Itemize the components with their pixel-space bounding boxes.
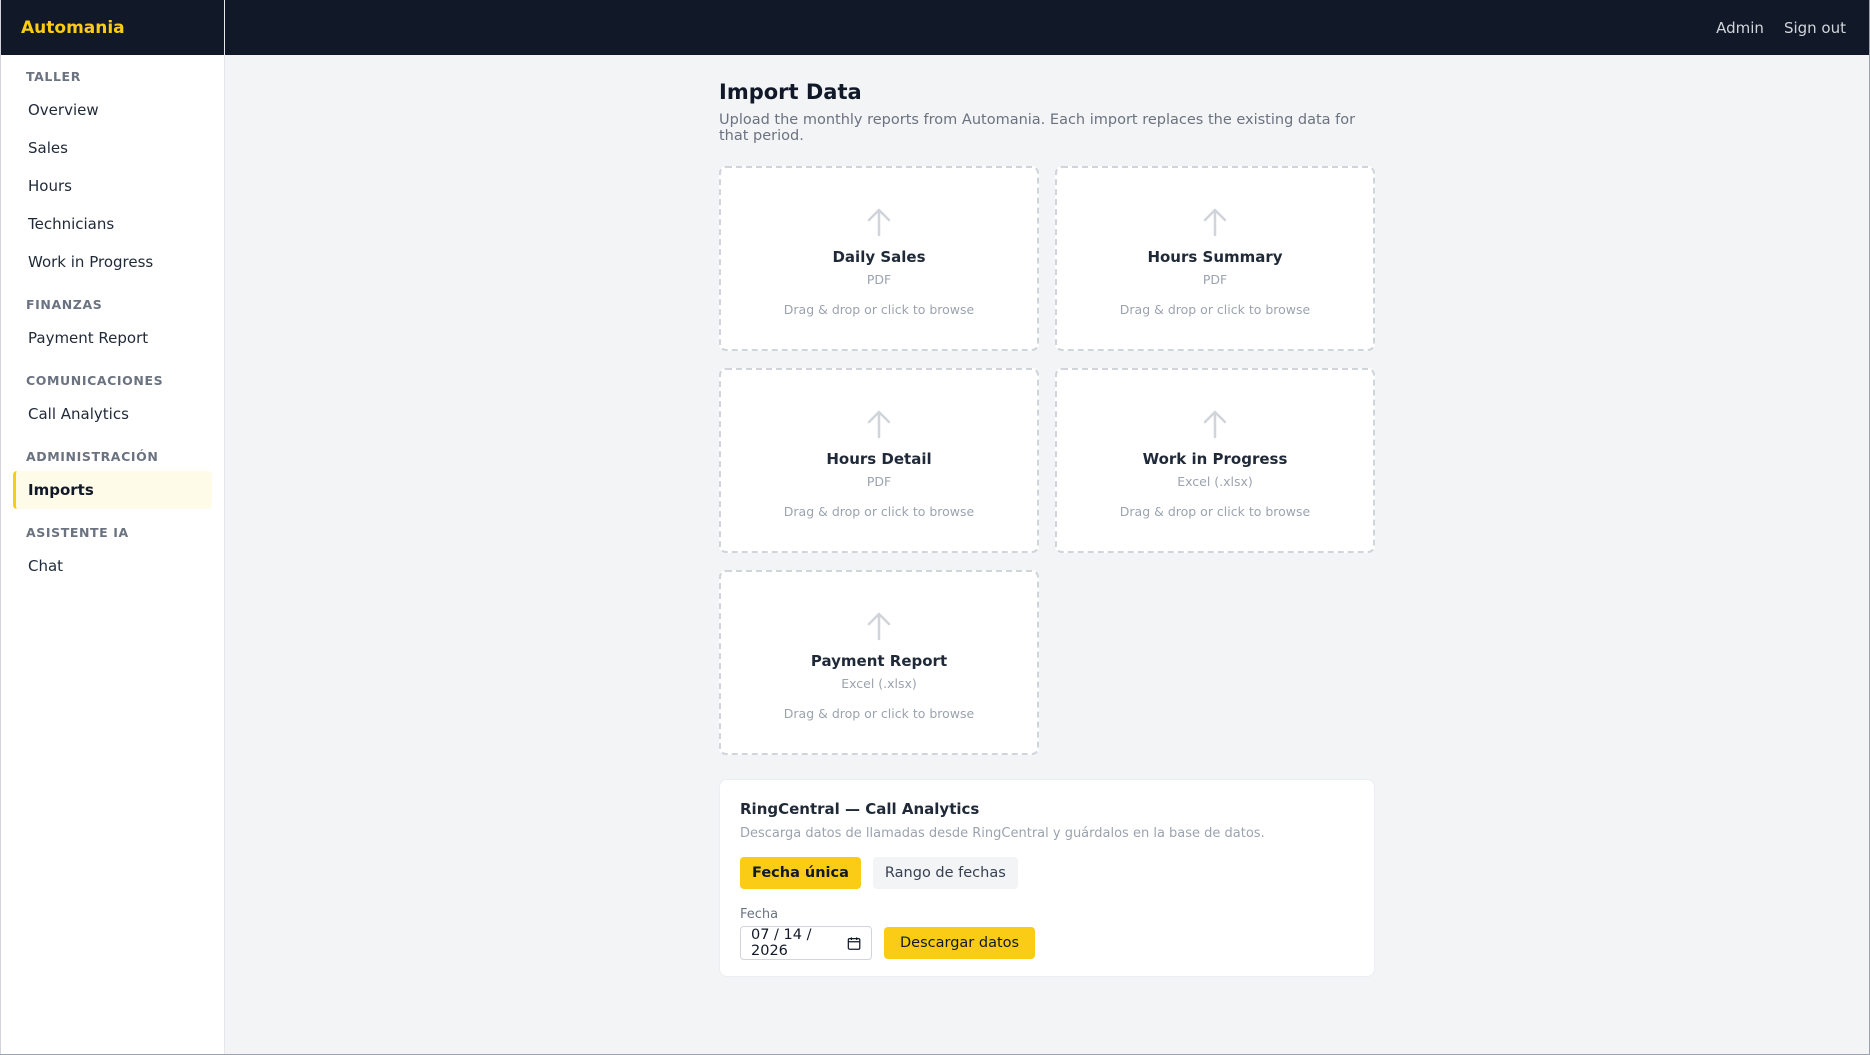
page-title: Import Data <box>719 80 862 104</box>
upload-dropzone-daily-sales[interactable]: Daily Sales PDF Drag & drop or click to … <box>719 166 1039 351</box>
ringcentral-card: RingCentral — Call Analytics Descarga da… <box>719 779 1375 977</box>
sidebar-item-imports[interactable]: Imports <box>13 471 212 509</box>
section-title-finanzas: FINANZAS <box>26 297 103 312</box>
ringcentral-title: RingCentral — Call Analytics <box>740 800 980 818</box>
upload-hint: Drag & drop or click to browse <box>783 706 975 721</box>
single-date-button[interactable]: Fecha única <box>740 857 861 889</box>
main-content: Import Data Upload the monthly reports f… <box>719 80 1375 977</box>
upload-file-type: PDF <box>1202 272 1228 287</box>
sidebar-item-work-in-progress[interactable]: Work in Progress <box>13 243 212 281</box>
section-title-asistente-ia: ASISTENTE IA <box>26 525 129 540</box>
upload-file-type: PDF <box>866 474 892 489</box>
page-description: Upload the monthly reports from Automani… <box>719 112 1356 144</box>
section-title-comunicaciones: COMUNICACIONES <box>26 373 164 388</box>
upload-hint: Drag & drop or click to browse <box>783 302 975 317</box>
upload-file-type: PDF <box>866 272 892 287</box>
sidebar: Automania TALLER Overview Sales Hours Te… <box>0 0 225 1055</box>
sidebar-item-payment-report[interactable]: Payment Report <box>13 319 212 357</box>
upload-grid: Daily Sales PDF Drag & drop or click to … <box>719 166 1375 755</box>
upload-dropzone-hours-summary[interactable]: Hours Summary PDF Drag & drop or click t… <box>1055 166 1375 351</box>
section-title-administracion: ADMINISTRACIÓN <box>26 449 159 464</box>
upload-dropzone-work-in-progress[interactable]: Work in Progress Excel (.xlsx) Drag & dr… <box>1055 368 1375 553</box>
upload-title: Daily Sales <box>832 248 926 266</box>
sidebar-item-chat[interactable]: Chat <box>13 547 212 585</box>
sign-out-link[interactable]: Sign out <box>1784 19 1846 37</box>
sidebar-nav: TALLER Overview Sales Hours Technicians … <box>1 55 224 585</box>
date-input-value: 07 / 14 / 2026 <box>751 927 812 959</box>
date-range-button[interactable]: Rango de fechas <box>872 857 1018 889</box>
upload-file-type: Excel (.xlsx) <box>1177 474 1253 489</box>
date-field-label: Fecha <box>740 907 779 922</box>
date-input[interactable]: 07 / 14 / 2026 <box>740 926 872 960</box>
arrow-up-icon <box>867 410 891 439</box>
user-menu[interactable]: Admin <box>1716 19 1764 37</box>
section-title-taller: TALLER <box>26 69 81 84</box>
sidebar-item-technicians[interactable]: Technicians <box>13 205 212 243</box>
date-mode-toggle: Fecha única Rango de fechas <box>740 857 1354 889</box>
sidebar-item-hours[interactable]: Hours <box>13 167 212 205</box>
upload-dropzone-payment-report[interactable]: Payment Report Excel (.xlsx) Drag & drop… <box>719 570 1039 755</box>
date-field-row: 07 / 14 / 2026 Descargar datos <box>740 926 1354 960</box>
upload-title: Hours Summary <box>1147 248 1283 266</box>
arrow-up-icon <box>867 612 891 641</box>
upload-hint: Drag & drop or click to browse <box>1119 302 1311 317</box>
upload-title: Work in Progress <box>1142 450 1288 468</box>
upload-file-type: Excel (.xlsx) <box>841 676 917 691</box>
arrow-up-icon <box>867 208 891 237</box>
sidebar-item-call-analytics[interactable]: Call Analytics <box>13 395 212 433</box>
download-data-button[interactable]: Descargar datos <box>884 927 1036 959</box>
sidebar-item-overview[interactable]: Overview <box>13 91 212 129</box>
upload-hint: Drag & drop or click to browse <box>783 504 975 519</box>
upload-title: Hours Detail <box>826 450 932 468</box>
upload-hint: Drag & drop or click to browse <box>1119 504 1311 519</box>
arrow-up-icon <box>1203 208 1227 237</box>
ringcentral-description: Descarga datos de llamadas desde RingCen… <box>740 826 1265 841</box>
sidebar-item-sales[interactable]: Sales <box>13 129 212 167</box>
calendar-icon[interactable] <box>847 936 861 951</box>
arrow-up-icon <box>1203 410 1227 439</box>
upload-title: Payment Report <box>810 652 948 670</box>
upload-dropzone-hours-detail[interactable]: Hours Detail PDF Drag & drop or click to… <box>719 368 1039 553</box>
brand-logo[interactable]: Automania <box>1 0 224 55</box>
top-bar: Admin Sign out <box>225 0 1870 55</box>
